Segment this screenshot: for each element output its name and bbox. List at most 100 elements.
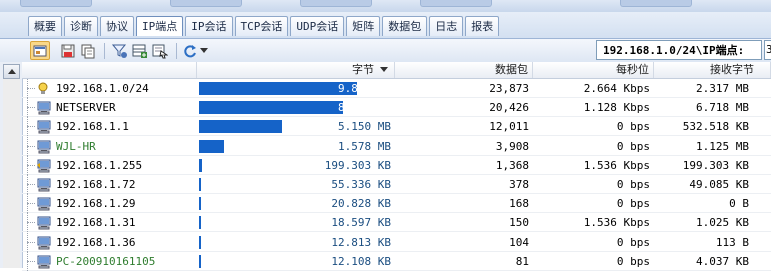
table-row[interactable]: 192.168.1.72 55.336 KB 378 0 bps 49.085 KB <box>22 175 771 194</box>
bytes-cell: 199.303 KB <box>197 156 393 175</box>
strip-segment <box>300 0 372 7</box>
table-row[interactable]: NETSERVER 8.965 MB 20,426 1.128 Kbps 6.718 M… <box>22 98 771 118</box>
bps-value: 0 bps <box>616 197 650 211</box>
toolbar-separator <box>176 43 177 59</box>
tab-9[interactable]: 日志 <box>429 16 464 36</box>
bytes-value: 20.828 KB <box>331 197 391 211</box>
bytes-value: 18.597 KB <box>331 216 391 230</box>
bps-value: 1.536 Kbps <box>583 158 650 172</box>
strip-segment <box>420 0 492 7</box>
column-header-bytes[interactable]: 字节 <box>197 62 395 78</box>
endpoint-name[interactable]: 192.168.1.1 <box>56 117 129 136</box>
tab-1[interactable]: 诊断 <box>64 16 98 36</box>
tree-line <box>27 88 35 90</box>
bps-value: 0 bps <box>616 120 650 134</box>
bytes-cell: 8.965 MB <box>197 98 393 117</box>
bytes-value: 5.150 MB <box>338 120 391 134</box>
bytes-cell: 9.820 MB <box>197 79 393 98</box>
bytes-cell: 12.813 KB <box>197 233 393 252</box>
endpoint-name[interactable]: 192.168.1.0/24 <box>56 79 149 98</box>
tabs-container: 概要 诊断 协议 IP端点 IP会话 TCP会话 UDP会话 矩阵 数据包 日志 报表 <box>28 16 501 36</box>
bytes-bar <box>199 139 224 153</box>
tree-line <box>27 203 35 205</box>
column-header-recv-bytes[interactable]: 接收字节 <box>654 62 771 78</box>
table-header: 字节 数据包 每秒位 接收字节 <box>22 62 771 79</box>
locate-icon[interactable] <box>150 41 170 60</box>
refresh-icon[interactable] <box>180 41 200 60</box>
copy-icon[interactable] <box>78 41 98 60</box>
tree-line <box>27 260 35 263</box>
scroll-track[interactable] <box>3 79 20 268</box>
tab-2[interactable]: 协议 <box>100 16 134 36</box>
endpoint-name[interactable]: 192.168.1.29 <box>56 194 135 213</box>
add-column-icon[interactable] <box>130 41 150 60</box>
save-icon[interactable] <box>58 41 78 60</box>
tab-7[interactable]: 矩阵 <box>346 16 381 36</box>
toolbar: 192.168.1.0/24\IP端点: 3 <box>0 38 771 64</box>
dropdown-arrow-icon[interactable] <box>198 41 210 60</box>
endpoint-name[interactable]: 192.168.1.72 <box>56 175 135 194</box>
strip-segment <box>620 0 692 7</box>
tab-4[interactable]: IP会话 <box>185 16 233 36</box>
tab-0[interactable]: 概要 <box>28 16 62 36</box>
recv-value: 0 B <box>729 197 749 211</box>
computer-icon <box>36 197 52 211</box>
endpoint-name[interactable]: WJL-HR <box>56 137 96 156</box>
computer-icon <box>36 236 52 250</box>
tree-line <box>27 164 35 167</box>
tree-line <box>27 241 35 244</box>
bytes-bar <box>199 158 202 172</box>
table-row[interactable]: 192.168.1.29 20.828 KB 168 0 bps 0 B <box>22 194 771 214</box>
lightbulb-icon <box>36 82 52 95</box>
recv-value: 6.718 MB <box>696 101 749 115</box>
bytes-value: 55.336 KB <box>331 178 391 191</box>
table-row[interactable]: 192.168.1.31 18.597 KB 150 1.536 Kbps 1.025 … <box>22 213 771 233</box>
filter-icon[interactable] <box>110 41 130 60</box>
packets-value: 12,011 <box>489 120 529 134</box>
bytes-cell: 55.336 KB <box>197 175 393 194</box>
scroll-up-button[interactable] <box>3 64 20 79</box>
strip-segment <box>20 0 92 7</box>
table-row[interactable]: 192.168.1.36 12.813 KB 104 0 bps 113 B <box>22 232 771 252</box>
computer-icon <box>36 120 52 134</box>
bytes-cell: 5.150 MB <box>197 117 393 136</box>
view-icon[interactable] <box>30 41 50 60</box>
table-row[interactable]: 192.168.1.0/24 9.820 MB 23,873 2.664 Kbps 2.… <box>22 79 771 98</box>
sort-descending-icon <box>380 67 388 72</box>
tree-line <box>27 126 35 128</box>
endpoint-name[interactable]: NETSERVER <box>56 98 116 117</box>
recv-value: 49.085 KB <box>689 178 749 191</box>
bytes-bar <box>199 82 357 95</box>
tab-3[interactable]: IP端点 <box>136 16 184 36</box>
bps-value: 2.664 Kbps <box>583 82 650 95</box>
tab-bar: 概要 诊断 协议 IP端点 IP会话 TCP会话 UDP会话 矩阵 数据包 日志 报表 <box>0 12 771 38</box>
tab-10[interactable]: 报表 <box>465 16 500 36</box>
recv-value: 2.317 MB <box>696 82 749 95</box>
recv-value: 1.025 KB <box>696 216 749 230</box>
bps-value: 0 bps <box>616 139 650 153</box>
packets-value: 3,908 <box>495 139 529 153</box>
recv-value: 532.518 KB <box>682 120 749 134</box>
chevron-up-icon <box>7 69 16 74</box>
left-scrollbar[interactable] <box>0 62 23 268</box>
tree-line <box>27 145 35 148</box>
table-row[interactable]: 192.168.1.1 5.150 MB 12,011 0 bps 532.518 KB <box>22 117 771 137</box>
bytes-value: 1.578 MB <box>338 139 391 153</box>
column-header-bps[interactable]: 每秒位 <box>533 62 654 78</box>
bytes-cell: 1.578 MB <box>197 137 393 156</box>
tab-5[interactable]: TCP会话 <box>234 16 289 36</box>
computer-icon <box>36 101 52 115</box>
tab-8[interactable]: 数据包 <box>382 16 428 36</box>
bytes-cell: 20.828 KB <box>197 194 393 213</box>
column-header-packets[interactable]: 数据包 <box>395 62 533 78</box>
table-row[interactable]: 192.168.1.255 199.303 KB 1,368 1.536 Kbps 19… <box>22 155 771 175</box>
endpoint-name[interactable]: 192.168.1.31 <box>56 213 135 232</box>
bytes-value: 9.820 MB <box>338 82 391 95</box>
endpoint-name[interactable]: 192.168.1.36 <box>56 233 135 252</box>
bytes-bar <box>199 178 201 191</box>
endpoint-name[interactable]: 192.168.1.255 <box>56 156 142 175</box>
table-row[interactable]: WJL-HR 1.578 MB 3,908 0 bps 1.125 MB <box>22 136 771 156</box>
tab-6[interactable]: UDP会话 <box>290 16 345 36</box>
bytes-bar <box>199 235 201 249</box>
column-header-name[interactable] <box>22 62 197 78</box>
